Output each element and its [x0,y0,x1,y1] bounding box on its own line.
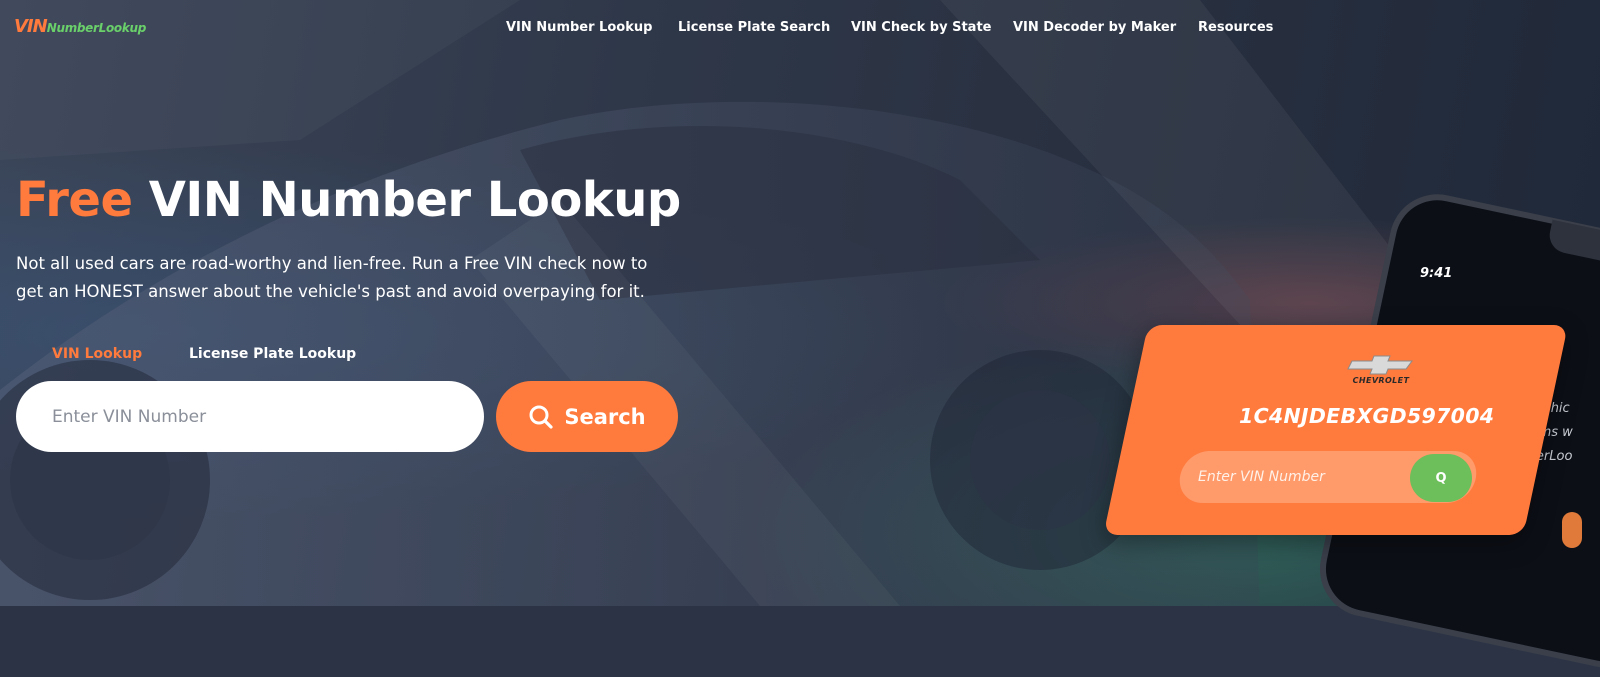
search-icon [529,405,553,429]
main-navigation: VIN Number Lookup License Plate Search V… [0,20,1600,40]
brand-name: CHEVROLET [1352,376,1410,385]
title-accent: Free [16,172,133,228]
nav-vin-check-by-state[interactable]: VIN Check by State [851,20,991,35]
tab-vin-lookup[interactable]: VIN Lookup [52,346,142,362]
nav-vin-decoder-by-maker[interactable]: VIN Decoder by Maker [1013,20,1176,35]
search-button-label: Search [564,404,646,429]
hero-subtitle: Not all used cars are road-worthy and li… [16,254,648,301]
vin-search-input[interactable] [16,381,484,452]
phone-time: 9:41 [1420,266,1453,281]
title-main: VIN Number Lookup [132,172,682,228]
nav-license-plate-search[interactable]: License Plate Search [678,20,830,35]
search-button[interactable]: Search [496,381,678,452]
card-search-button: Q [1410,454,1472,502]
card-search-icon: Q [1435,470,1447,486]
tab-license-plate-lookup[interactable]: License Plate Lookup [189,346,356,362]
vin-card-illustration [1103,325,1568,535]
nav-vin-number-lookup[interactable]: VIN Number Lookup [506,20,652,35]
page-title: Free VIN Number Lookup [16,172,681,228]
nav-resources[interactable]: Resources [1198,20,1273,35]
card-vin-number: 1C4NJDEBXGD597004 [1239,404,1495,428]
card-field-placeholder: Enter VIN Number [1198,469,1325,485]
edge-orange-dot [1562,512,1582,548]
phone-notch [1546,219,1600,279]
chevrolet-bowtie-icon [1347,355,1413,375]
